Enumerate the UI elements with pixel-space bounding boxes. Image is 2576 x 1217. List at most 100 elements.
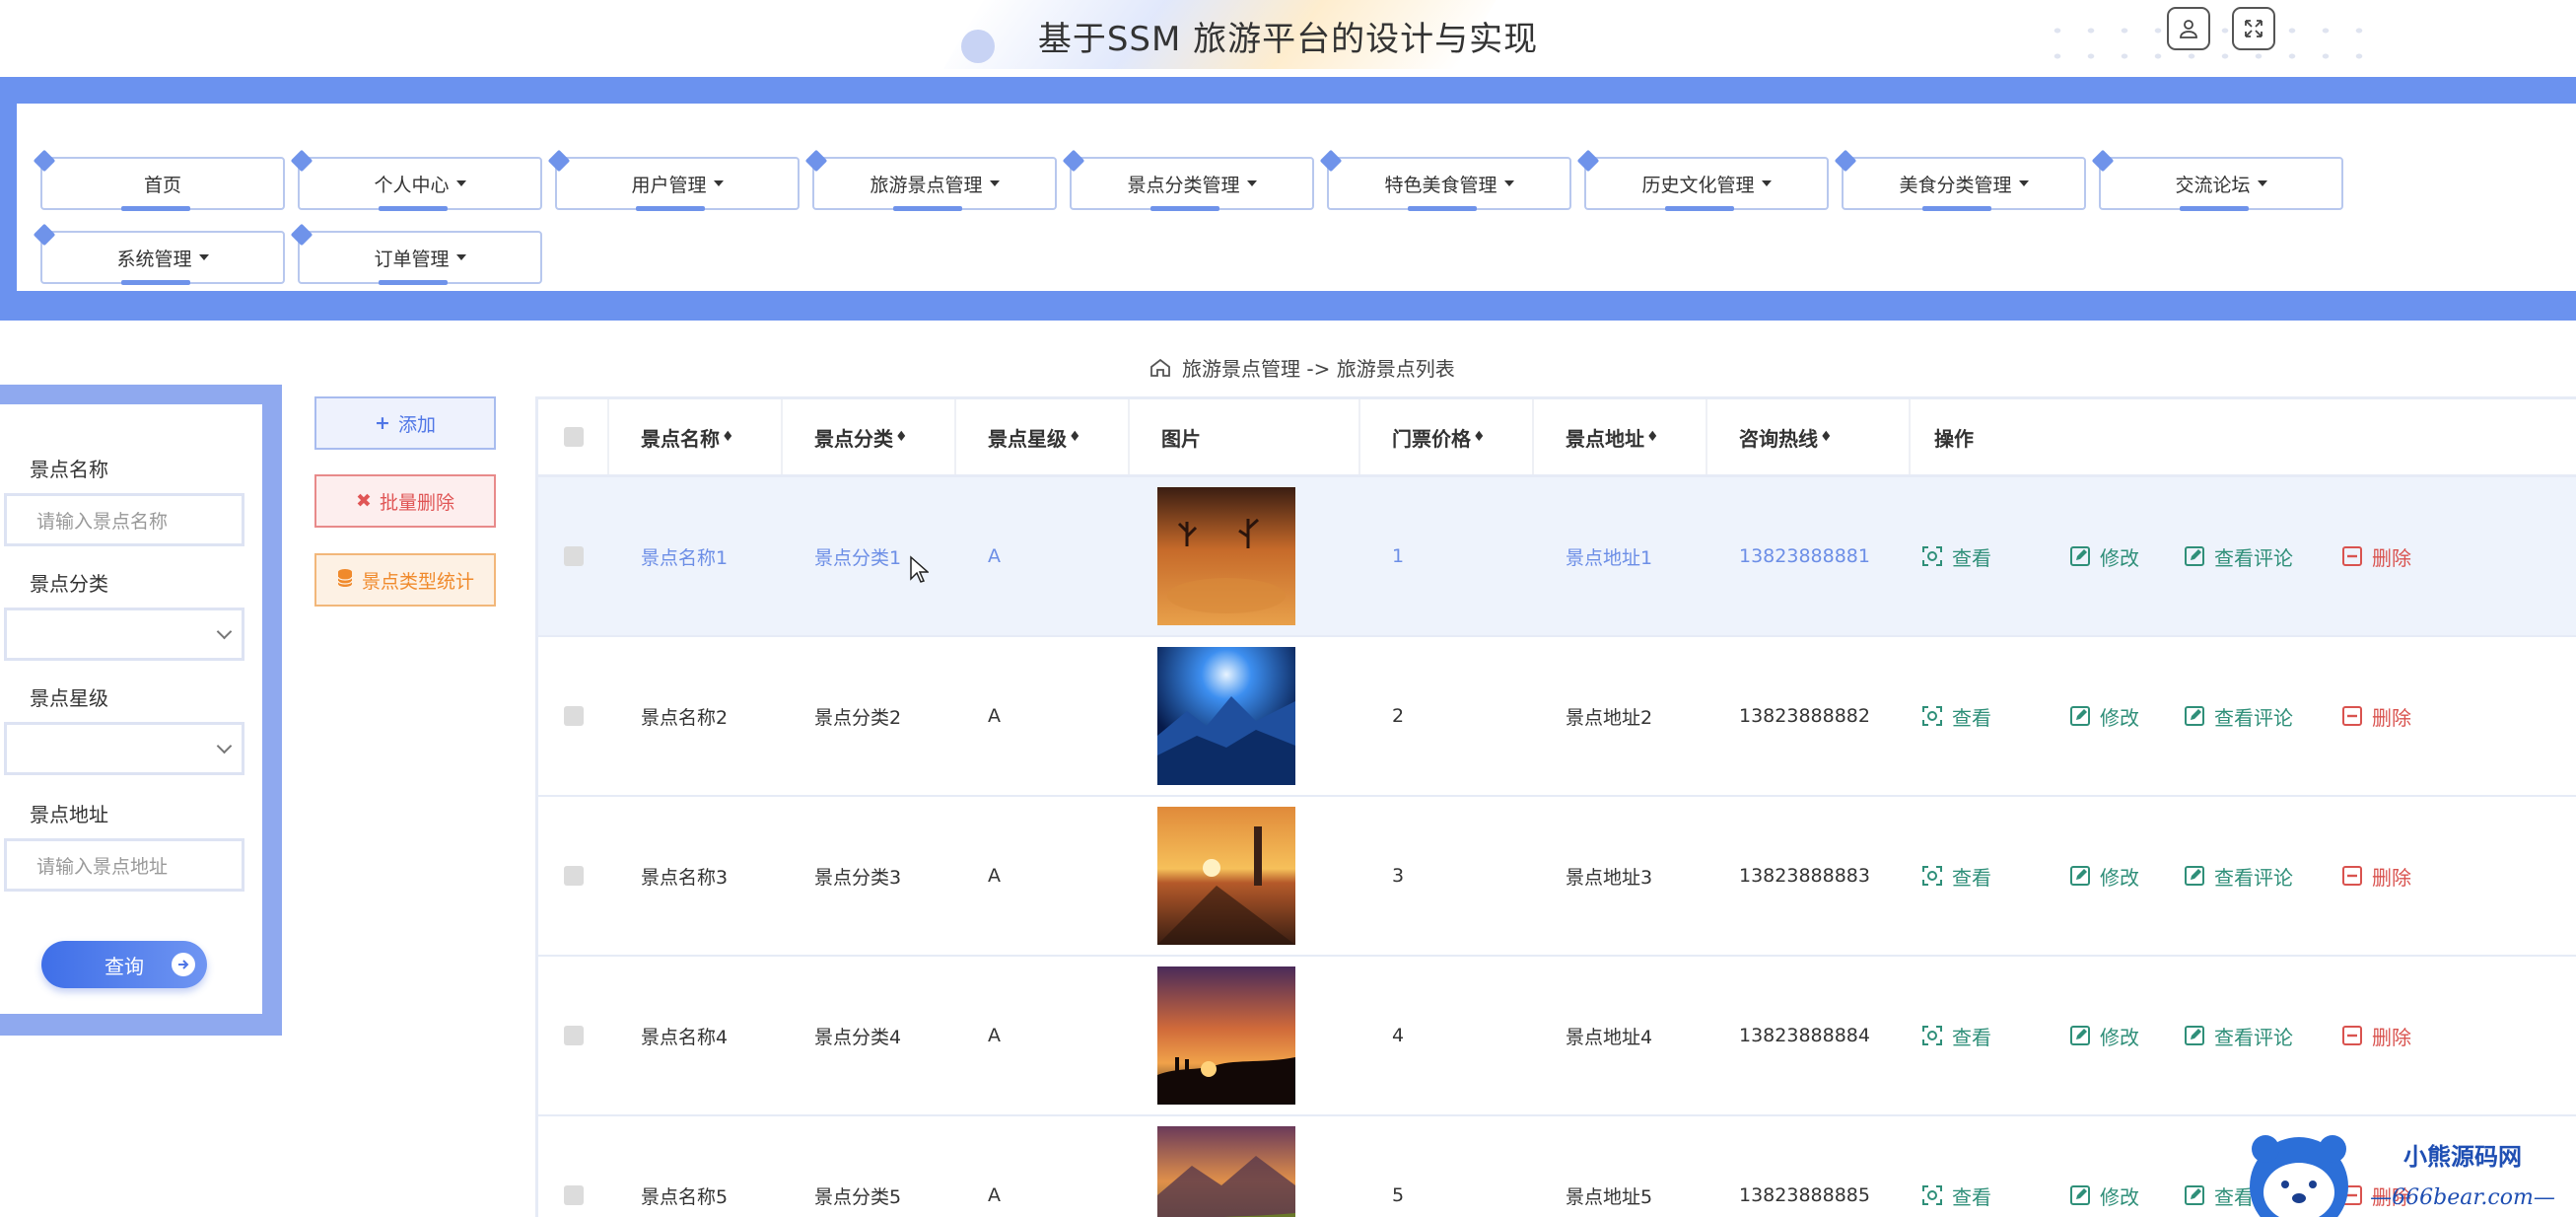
table-row: 景点名称2 景点分类2 A 2 景点地址2 13823888882 查看 修改 查看评论 删除 bbox=[538, 637, 2576, 798]
caret-down-icon bbox=[989, 180, 1000, 186]
comments-link[interactable]: 查看评论 bbox=[2183, 797, 2293, 955]
nav-item-1[interactable]: 首页 bbox=[33, 149, 285, 211]
column-header-5[interactable]: 门票价格 ♦ bbox=[1360, 399, 1534, 474]
caret-down-icon bbox=[1246, 180, 1257, 186]
edit-link[interactable]: 修改 bbox=[2068, 1116, 2139, 1217]
edit-icon bbox=[2070, 1026, 2090, 1045]
sort-icon: ♦ bbox=[1069, 429, 1081, 445]
row-checkbox[interactable] bbox=[564, 546, 584, 566]
select-all-checkbox[interactable] bbox=[564, 427, 584, 447]
nav-underline-decoration bbox=[636, 206, 705, 211]
column-header-label: 咨询热线 bbox=[1739, 426, 1818, 451]
address-input[interactable]: 请输入景点地址 bbox=[4, 838, 244, 892]
name-placeholder: 请输入景点名称 bbox=[36, 510, 169, 533]
comments-link[interactable]: 查看评论 bbox=[2183, 957, 2293, 1114]
scenic-thumbnail[interactable] bbox=[1157, 807, 1295, 945]
scenic-thumbnail[interactable] bbox=[1157, 487, 1295, 625]
column-header-6[interactable]: 景点地址 ♦ bbox=[1534, 399, 1707, 474]
cell-level: A bbox=[988, 1025, 1001, 1046]
view-link[interactable]: 查看 bbox=[1920, 797, 1991, 955]
nav-item-3[interactable]: 用户管理 bbox=[547, 149, 800, 211]
column-header-4: 图片 bbox=[1130, 399, 1360, 474]
cell-name: 景点名称1 bbox=[641, 546, 729, 569]
name-input[interactable]: 请输入景点名称 bbox=[4, 493, 244, 546]
cell-category: 景点分类2 bbox=[814, 706, 902, 729]
nav-item-11[interactable]: 订单管理 bbox=[290, 223, 542, 285]
nav-item-label: 交流论坛 bbox=[2175, 174, 2251, 196]
nav-item-8[interactable]: 美食分类管理 bbox=[1834, 149, 2086, 211]
nav-item-7[interactable]: 历史文化管理 bbox=[1576, 149, 1829, 211]
column-header-2[interactable]: 景点分类 ♦ bbox=[783, 399, 956, 474]
delete-link[interactable]: 删除 bbox=[2340, 797, 2411, 955]
scenic-thumbnail[interactable] bbox=[1157, 1126, 1295, 1217]
edit-link[interactable]: 修改 bbox=[2068, 797, 2139, 955]
nav-item-2[interactable]: 个人中心 bbox=[290, 149, 542, 211]
scan-icon bbox=[1922, 866, 1942, 886]
scenic-thumbnail[interactable] bbox=[1157, 647, 1295, 785]
close-icon: ✖ bbox=[356, 490, 372, 512]
scan-icon bbox=[1922, 1185, 1942, 1205]
data-table: 景点名称 ♦ 景点分类 ♦ 景点星级 ♦ 图片 门票价格 ♦ 景点地址 ♦ 咨询热线 ♦ 操作 景点名称1… bbox=[535, 396, 2576, 1217]
level-select[interactable] bbox=[4, 722, 244, 775]
view-link[interactable]: 查看 bbox=[1920, 637, 1991, 795]
row-checkbox-cell bbox=[538, 1116, 584, 1217]
stats-button[interactable]: 景点类型统计 bbox=[314, 553, 496, 607]
row-checkbox[interactable] bbox=[564, 706, 584, 726]
edit-icon bbox=[2070, 706, 2090, 726]
table-row: 景点名称1 景点分类1 A 1 景点地址1 13823888881 查看 修改 查看评论 删除 bbox=[538, 477, 2576, 638]
edit-icon bbox=[2070, 866, 2090, 886]
view-link[interactable]: 查看 bbox=[1920, 957, 1991, 1114]
query-button[interactable]: 查询 bbox=[41, 941, 207, 988]
nav-item-4[interactable]: 旅游景点管理 bbox=[804, 149, 1057, 211]
row-checkbox-cell bbox=[538, 637, 584, 795]
edit-link[interactable]: 修改 bbox=[2068, 957, 2139, 1114]
sort-icon: ♦ bbox=[722, 429, 734, 445]
sort-icon: ♦ bbox=[1473, 429, 1486, 445]
comments-link[interactable]: 查看评论 bbox=[2183, 477, 2293, 635]
search-form: 景点名称 请输入景点名称 景点分类 景点星级 景点地址 请输入景点地址 查询 bbox=[0, 404, 262, 1014]
edit-label: 修改 bbox=[2100, 1025, 2139, 1049]
edit-link[interactable]: 修改 bbox=[2068, 477, 2139, 635]
cell-category: 景点分类5 bbox=[814, 1185, 902, 1208]
scenic-thumbnail[interactable] bbox=[1157, 966, 1295, 1105]
column-header-1[interactable]: 景点名称 ♦ bbox=[609, 399, 783, 474]
category-select[interactable] bbox=[4, 608, 244, 661]
nav-underline-decoration bbox=[379, 280, 448, 285]
nav-corner-decoration bbox=[1062, 149, 1085, 173]
delete-link[interactable]: 删除 bbox=[2340, 957, 2411, 1114]
nav-item-6[interactable]: 特色美食管理 bbox=[1319, 149, 1571, 211]
view-link[interactable]: 查看 bbox=[1920, 1116, 1991, 1217]
nav-underline-decoration bbox=[1665, 206, 1734, 211]
comments-link[interactable]: 查看评论 bbox=[2183, 637, 2293, 795]
row-checkbox[interactable] bbox=[564, 1026, 584, 1045]
column-header-label: 景点星级 bbox=[988, 426, 1067, 451]
fullscreen-icon-button[interactable] bbox=[2232, 7, 2275, 50]
delete-label: 删除 bbox=[2372, 865, 2411, 890]
view-label: 查看 bbox=[1952, 865, 1991, 890]
user-icon-button[interactable] bbox=[2167, 7, 2210, 50]
nav-item-9[interactable]: 交流论坛 bbox=[2091, 149, 2343, 211]
nav-corner-decoration bbox=[1319, 149, 1343, 173]
edit-label: 修改 bbox=[2100, 1184, 2139, 1209]
column-header-3[interactable]: 景点星级 ♦ bbox=[956, 399, 1130, 474]
column-header-7[interactable]: 咨询热线 ♦ bbox=[1707, 399, 1911, 474]
delete-link[interactable]: 删除 bbox=[2340, 637, 2411, 795]
edit-link[interactable]: 修改 bbox=[2068, 637, 2139, 795]
add-button[interactable]: + 添加 bbox=[314, 396, 496, 450]
nav-item-10[interactable]: 系统管理 bbox=[33, 223, 285, 285]
nav-corner-decoration bbox=[1834, 149, 1857, 173]
nav-corner-decoration bbox=[290, 149, 313, 173]
batch-delete-button[interactable]: ✖ 批量删除 bbox=[314, 474, 496, 528]
image-cell bbox=[1130, 797, 1295, 955]
minus-square-icon bbox=[2342, 866, 2362, 886]
mouse-cursor-icon bbox=[910, 555, 929, 583]
row-checkbox[interactable] bbox=[564, 866, 584, 886]
search-panel: 景点名称 请输入景点名称 景点分类 景点星级 景点地址 请输入景点地址 查询 bbox=[0, 385, 282, 1036]
row-checkbox[interactable] bbox=[564, 1185, 584, 1205]
nav-corner-decoration bbox=[290, 223, 313, 247]
image-cell bbox=[1130, 957, 1295, 1114]
view-link[interactable]: 查看 bbox=[1920, 477, 1991, 635]
nav-corner-decoration bbox=[547, 149, 571, 173]
nav-item-5[interactable]: 景点分类管理 bbox=[1062, 149, 1314, 211]
delete-link[interactable]: 删除 bbox=[2340, 477, 2411, 635]
